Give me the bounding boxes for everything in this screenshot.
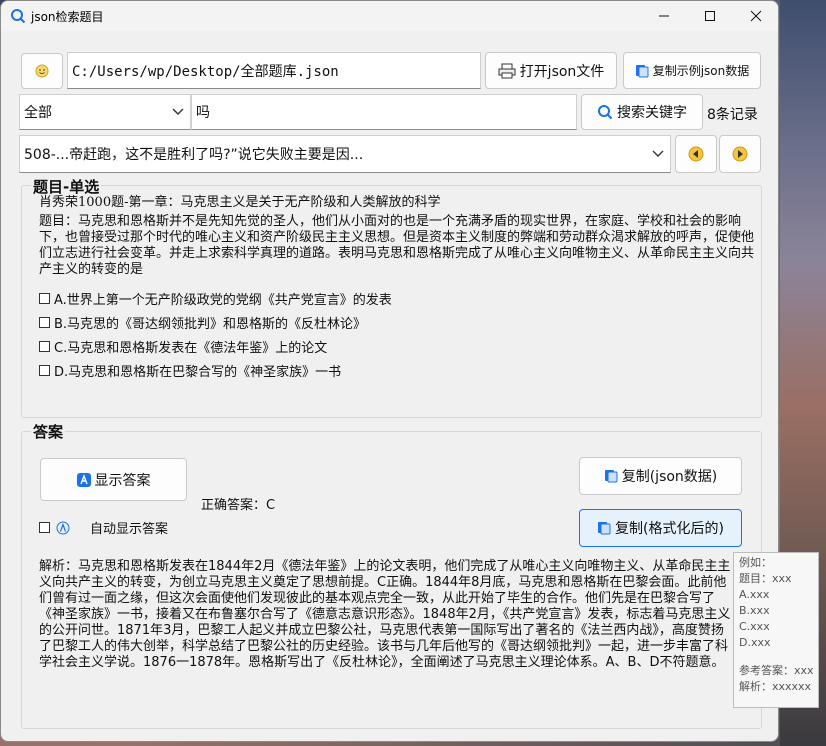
printer-icon	[498, 63, 516, 78]
option-d[interactable]: D.马克思和恩格斯在巴黎合写的《神圣家族》一书	[39, 361, 341, 380]
option-c[interactable]: C.马克思和恩格斯发表在《德法年鉴》上的论文	[39, 337, 327, 356]
auto-show-checkbox[interactable]	[39, 522, 50, 533]
option-d-checkbox[interactable]	[39, 365, 50, 376]
copy-doc-icon	[604, 470, 618, 483]
next-button[interactable]	[719, 135, 761, 173]
option-a-label: A.世界上第一个无产阶级政党的党纲《共产党宣言》的发表	[54, 293, 392, 308]
record-count: 8条记录	[707, 107, 758, 123]
copy-json-label: 复制(json数据)	[621, 469, 718, 485]
emoji-button[interactable]	[21, 53, 63, 89]
option-b-label: B.马克思的《哥达纲领批判》和恩格斯的《反杜林论》	[54, 317, 367, 332]
question-group-title: 题目-单选	[31, 176, 102, 197]
auto-show-label: 自动显示答案	[90, 522, 169, 537]
result-select[interactable]: 508-...帝赶跑，这不是胜利了吗?”说它失败主要是因...	[19, 135, 671, 173]
answer-analysis: 解析：马克思和恩格斯发表在1844年2月《德法年鉴》上的论文表明，他们完成了从唯…	[39, 559, 731, 670]
file-path-input[interactable]: C:/Users/wp/Desktop/全部题库.json	[67, 52, 481, 89]
open-json-label: 打开json文件	[519, 63, 605, 80]
show-answer-label: 显示答案	[94, 472, 151, 489]
maximize-icon	[705, 11, 715, 21]
keyword-input[interactable]: 吗	[191, 94, 577, 130]
option-a[interactable]: A.世界上第一个无产阶级政党的党纲《共产党宣言》的发表	[39, 289, 392, 308]
previous-icon	[688, 146, 704, 162]
maximize-button[interactable]	[687, 1, 733, 31]
correct-answer: 正确答案：C	[201, 498, 276, 513]
close-button[interactable]	[733, 1, 778, 31]
auto-icon	[56, 521, 70, 534]
tooltip-line: B.xxx	[739, 604, 770, 617]
copy-example-button[interactable]: 复制示例json数据	[623, 52, 761, 89]
title-bar: json检索题目	[1, 1, 778, 31]
option-b-checkbox[interactable]	[39, 317, 50, 328]
tooltip-line: D.xxx	[739, 636, 771, 649]
auto-show-toggle[interactable]: 自动显示答案	[39, 518, 168, 537]
result-selected: 508-...帝赶跑，这不是胜利了吗?”说它失败主要是因...	[24, 147, 364, 163]
tooltip-line: C.xxx	[739, 620, 770, 633]
minimize-icon	[659, 15, 669, 17]
option-d-label: D.马克思和恩格斯在巴黎合写的《神圣家族》一书	[54, 365, 342, 380]
chevron-down-icon	[652, 150, 664, 157]
format-tooltip: 例如： 题目：xxx A.xxx B.xxx C.xxx D.xxx 参考答案：…	[733, 552, 819, 708]
copy-formatted-button[interactable]: 复制(格式化后的)	[579, 509, 742, 547]
category-select[interactable]: 全部	[19, 94, 191, 130]
option-b[interactable]: B.马克思的《哥达纲领批判》和恩格斯的《反杜林论》	[39, 313, 366, 332]
window-title: json检索题目	[31, 10, 104, 24]
tooltip-analysis: 解析：xxxxxx	[739, 680, 812, 693]
copy-formatted-label: 复制(格式化后的)	[615, 521, 724, 537]
tooltip-ref-answer: 参考答案：xxx	[739, 664, 814, 677]
answer-group-title: 答案	[31, 421, 66, 442]
copy-json-button[interactable]: 复制(json数据)	[579, 457, 742, 495]
font-a-icon	[76, 472, 91, 487]
copy-doc-icon	[635, 64, 649, 77]
smiley-icon	[35, 64, 49, 78]
question-stem: 题目：马克思和恩格斯并不是先知先觉的圣人，他们从小面对的也是一个充满矛盾的现实世…	[39, 214, 755, 277]
option-c-checkbox[interactable]	[39, 341, 50, 352]
category-selected: 全部	[24, 105, 52, 121]
chevron-down-icon	[172, 108, 184, 115]
previous-button[interactable]	[675, 135, 717, 173]
copy-doc-icon	[598, 522, 611, 535]
show-answer-button[interactable]: 显示答案	[40, 458, 187, 501]
open-json-button[interactable]: 打开json文件	[485, 52, 617, 89]
tooltip-line: 题目：xxx	[739, 572, 792, 585]
search-app-icon	[11, 9, 26, 24]
tooltip-line: A.xxx	[739, 588, 770, 601]
copy-example-label: 复制示例json数据	[652, 64, 750, 78]
question-source: 肖秀荣1000题-第一章：马克思主义是关于无产阶级和人类解放的科学	[39, 195, 441, 210]
tooltip-line: 例如：	[739, 556, 772, 569]
option-a-checkbox[interactable]	[39, 293, 50, 304]
search-label: 搜索关键字	[617, 105, 687, 121]
next-icon	[732, 146, 748, 162]
minimize-button[interactable]	[641, 1, 687, 31]
search-icon	[598, 105, 613, 120]
option-c-label: C.马克思和恩格斯发表在《德法年鉴》上的论文	[54, 341, 328, 356]
app-window: json检索题目 C:/Users/wp/Desktop/全部题库.json 打…	[0, 0, 779, 742]
close-icon	[750, 10, 762, 22]
search-button[interactable]: 搜索关键字	[581, 94, 703, 130]
